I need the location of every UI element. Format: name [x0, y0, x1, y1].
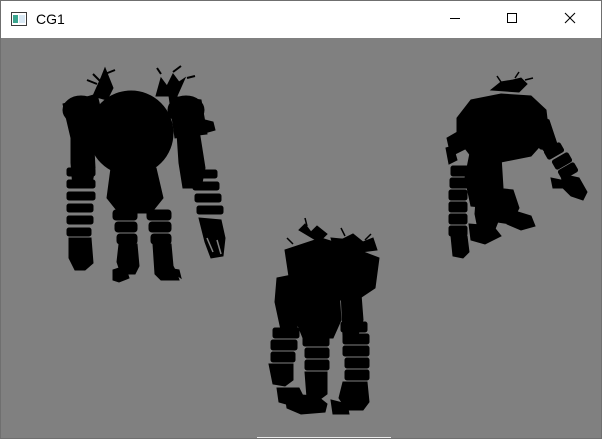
close-button[interactable]	[547, 1, 593, 38]
render-canvas[interactable]	[1, 38, 601, 438]
app-window: CG1	[0, 0, 602, 439]
window-app-icon	[11, 12, 27, 26]
minimize-button[interactable]	[432, 1, 478, 38]
maximize-icon	[506, 11, 518, 29]
close-icon	[564, 11, 576, 29]
title-bar[interactable]: CG1	[1, 1, 601, 38]
robot-lower-view	[268, 217, 380, 415]
robot-front-view	[62, 65, 226, 283]
minimize-icon	[449, 11, 461, 29]
window-title: CG1	[36, 11, 65, 27]
maximize-button[interactable]	[489, 1, 535, 38]
robot-side-view	[445, 71, 588, 259]
